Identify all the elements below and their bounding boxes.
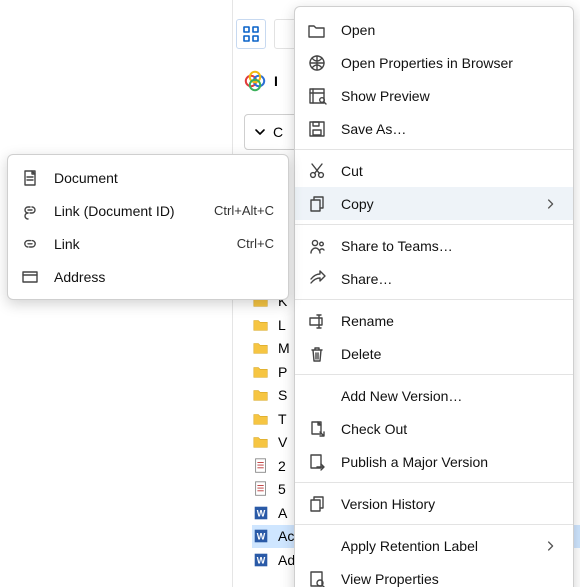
menu-item-label: Delete [341, 346, 559, 362]
word-icon [252, 551, 270, 569]
doc-icon [252, 457, 270, 475]
menu-item-label: Share… [341, 271, 559, 287]
menu-separator [295, 374, 573, 375]
menu-item-label: Rename [341, 313, 559, 329]
menu-item-label: Save As… [341, 121, 559, 137]
menu-item[interactable]: Delete [295, 337, 573, 370]
menu-item-label: Open Properties in Browser [341, 55, 559, 71]
save-icon [307, 119, 327, 139]
chevron-down-icon [253, 125, 267, 139]
menu-item[interactable]: Add New Version… [295, 379, 573, 412]
filter-dropdown-label: C [273, 124, 283, 140]
menu-item-label: Add New Version… [341, 388, 559, 404]
menu-item[interactable]: Version History [295, 487, 573, 520]
submenu-item-label: Link (Document ID) [54, 203, 200, 219]
grid-icon [242, 25, 260, 43]
rename-icon [307, 311, 327, 331]
no-icon [307, 536, 327, 556]
menu-item-label: Show Preview [341, 88, 559, 104]
view-grid-button[interactable] [236, 19, 266, 49]
menu-item-label: Version History [341, 496, 559, 512]
word-icon [252, 504, 270, 522]
submenu-item-accelerator: Ctrl+C [237, 236, 274, 251]
menu-separator [295, 299, 573, 300]
menu-separator [295, 524, 573, 525]
preview-icon [307, 86, 327, 106]
share-icon [307, 269, 327, 289]
menu-item-label: Apply Retention Label [341, 538, 529, 554]
folder-icon [252, 316, 270, 334]
menu-item[interactable]: Open [295, 13, 573, 46]
view-props-icon [307, 569, 327, 587]
submenu-item[interactable]: Document [8, 161, 288, 194]
word-icon [252, 527, 270, 545]
menu-item-label: View Properties [341, 571, 559, 587]
menu-item[interactable]: Cut [295, 154, 573, 187]
submenu-item[interactable]: Address [8, 260, 288, 293]
app-logo-icon [244, 70, 266, 92]
teams-icon [307, 236, 327, 256]
history-icon [307, 494, 327, 514]
menu-separator [295, 482, 573, 483]
submenu-item[interactable]: Link Ctrl+C [8, 227, 288, 260]
menu-item[interactable]: Publish a Major Version [295, 445, 573, 478]
menu-item[interactable]: Save As… [295, 112, 573, 145]
folder-icon [252, 410, 270, 428]
menu-separator [295, 224, 573, 225]
menu-item-label: Share to Teams… [341, 238, 559, 254]
menu-separator [295, 149, 573, 150]
menu-item-label: Open [341, 22, 559, 38]
menu-item[interactable]: Check Out [295, 412, 573, 445]
delete-icon [307, 344, 327, 364]
menu-item-label: Cut [341, 163, 559, 179]
menu-item[interactable]: Copy [295, 187, 573, 220]
link-icon [20, 234, 40, 254]
folder-icon [252, 433, 270, 451]
menu-item[interactable]: Open Properties in Browser [295, 46, 573, 79]
menu-item[interactable]: Rename [295, 304, 573, 337]
menu-item[interactable]: Apply Retention Label [295, 529, 573, 562]
copy-submenu: DocumentLink (Document ID)Ctrl+Alt+CLink… [7, 154, 289, 300]
submenu-item-accelerator: Ctrl+Alt+C [214, 203, 274, 218]
copy-icon [307, 194, 327, 214]
submenu-item-label: Address [54, 269, 274, 285]
chevron-right-icon [543, 196, 559, 212]
folder-open-icon [307, 20, 327, 40]
document-icon [20, 168, 40, 188]
publish-icon [307, 452, 327, 472]
chevron-right-icon [543, 538, 559, 554]
submenu-item[interactable]: Link (Document ID) Ctrl+Alt+C [8, 194, 288, 227]
doc-icon [252, 480, 270, 498]
no-icon [307, 386, 327, 406]
folder-icon [252, 363, 270, 381]
breadcrumb-text: I [274, 73, 278, 89]
menu-item-label: Publish a Major Version [341, 454, 559, 470]
menu-item[interactable]: Share to Teams… [295, 229, 573, 262]
breadcrumb: I [244, 70, 278, 92]
submenu-item-label: Link [54, 236, 223, 252]
menu-item[interactable]: Share… [295, 262, 573, 295]
context-menu: Open Open Properties in Browser Show Previ… [294, 6, 574, 587]
cut-icon [307, 161, 327, 181]
folder-icon [252, 386, 270, 404]
globe-icon [307, 53, 327, 73]
folder-icon [252, 339, 270, 357]
address-icon [20, 267, 40, 287]
menu-item-label: Copy [341, 196, 529, 212]
checkout-icon [307, 419, 327, 439]
menu-item[interactable]: View Properties [295, 562, 573, 587]
menu-item-label: Check Out [341, 421, 559, 437]
submenu-item-label: Document [54, 170, 274, 186]
menu-item[interactable]: Show Preview [295, 79, 573, 112]
link-id-icon [20, 201, 40, 221]
